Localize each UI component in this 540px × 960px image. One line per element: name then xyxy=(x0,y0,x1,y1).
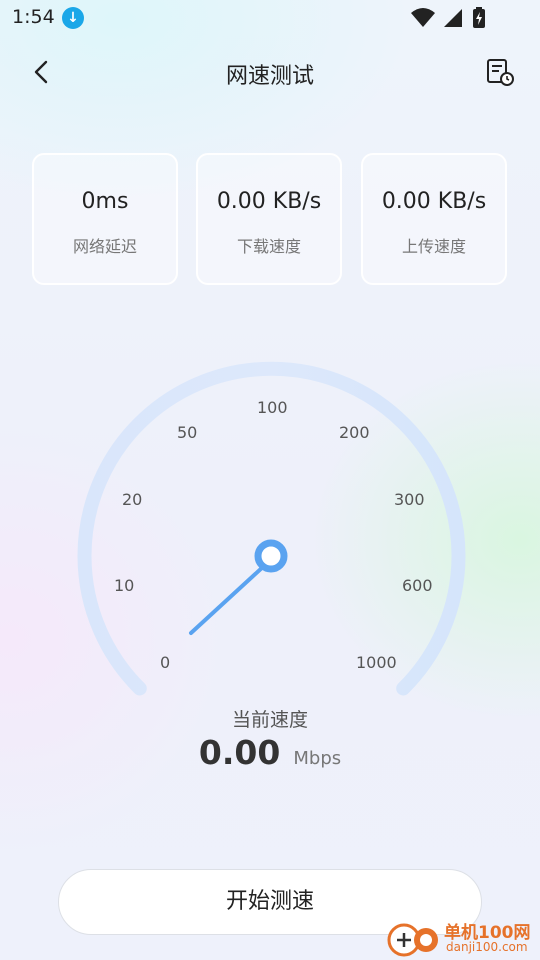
header: 网速测试 xyxy=(0,44,540,100)
stat-card-download: 0.00 KB/s 下载速度 xyxy=(196,153,342,285)
tick-label: 1000 xyxy=(356,653,397,672)
page-title: 网速测试 xyxy=(225,64,314,89)
tick-label: 300 xyxy=(394,490,425,509)
status-time: 1:54 xyxy=(12,6,55,28)
current-speed-unit: Mbps xyxy=(293,748,342,769)
tick-label: 50 xyxy=(177,423,198,442)
gauge-needle-hub xyxy=(254,539,288,573)
status-bar: 1:54 ↓ xyxy=(0,0,540,38)
watermark-logo-icon xyxy=(387,923,438,957)
speed-gauge: 0 10 20 50 100 200 300 600 1000 xyxy=(0,340,540,720)
download-value: 0.00 KB/s xyxy=(216,189,322,214)
watermark: 单机100网 danji100.com xyxy=(386,918,534,958)
history-icon xyxy=(487,59,514,86)
tick-label: 600 xyxy=(402,576,433,595)
wifi-icon xyxy=(411,8,435,27)
watermark-url: danji100.com xyxy=(446,940,528,954)
gauge-needle xyxy=(189,564,266,635)
current-speed: 0.00 Mbps xyxy=(0,733,540,772)
tick-label: 10 xyxy=(114,576,135,595)
history-button[interactable] xyxy=(484,56,516,88)
stat-card-upload: 0.00 KB/s 上传速度 xyxy=(361,153,507,285)
tick-label: 200 xyxy=(339,423,370,442)
latency-label: 网络延迟 xyxy=(72,237,137,256)
gauge-svg xyxy=(77,361,466,696)
tick-label: 0 xyxy=(160,653,171,672)
tick-label: 20 xyxy=(122,490,143,509)
download-icon: ↓ xyxy=(62,7,84,29)
current-speed-value: 0.00 xyxy=(198,733,281,772)
signal-icon xyxy=(444,9,462,27)
battery-icon xyxy=(473,7,485,28)
download-label: 下载速度 xyxy=(236,237,301,256)
stat-card-latency: 0ms 网络延迟 xyxy=(32,153,178,285)
latency-value: 0ms xyxy=(81,189,129,214)
current-speed-label: 当前速度 xyxy=(231,709,308,731)
tick-label: 100 xyxy=(257,398,288,417)
upload-label: 上传速度 xyxy=(401,237,466,256)
upload-value: 0.00 KB/s xyxy=(381,189,487,214)
